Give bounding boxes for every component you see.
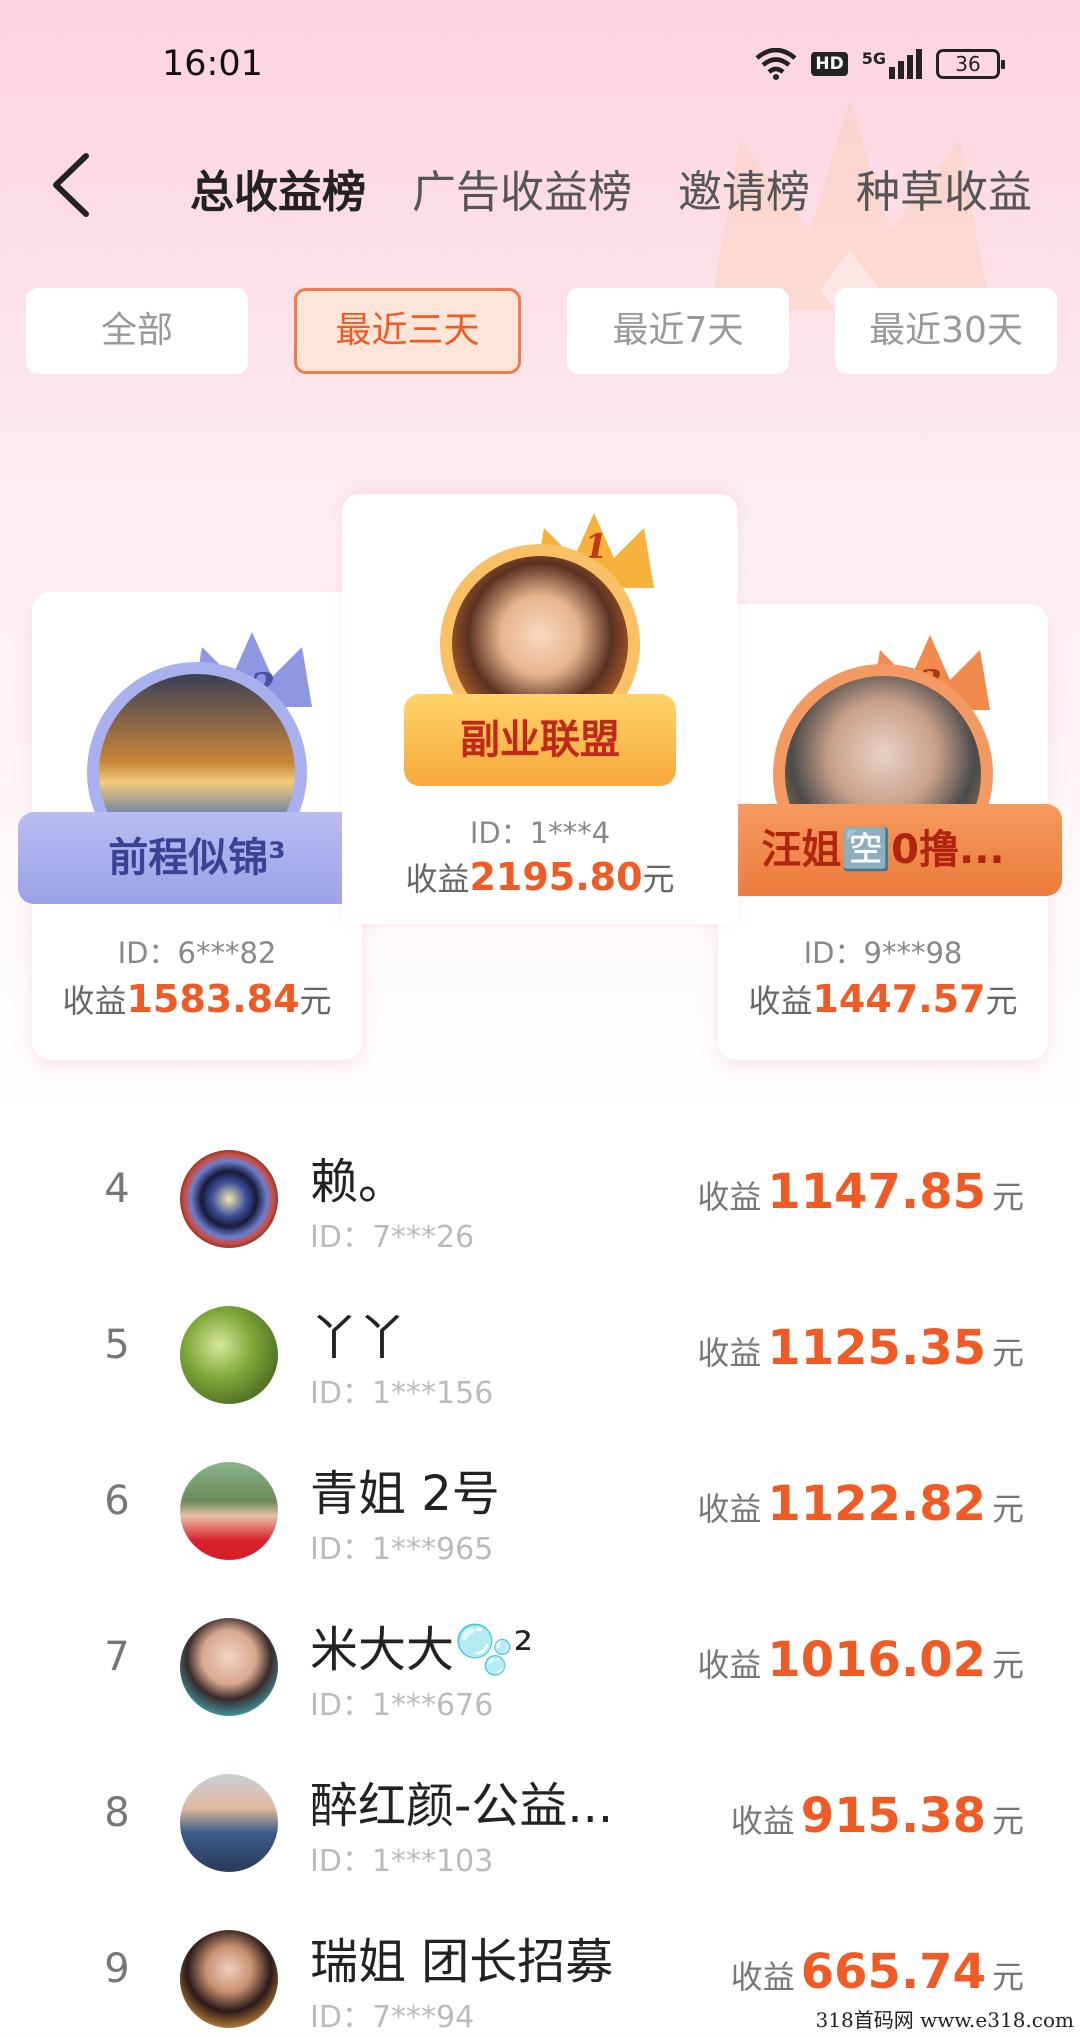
earnings: 收益 665.74 元 [730, 1944, 1024, 2000]
rank-number: 5 [104, 1322, 130, 1368]
status-icons: HD 5G 36 [755, 48, 1005, 80]
user-id: ID：1***156 [310, 1376, 494, 1411]
filter-all[interactable]: 全部 [26, 288, 248, 374]
filter-last-3-days[interactable]: 最近三天 [294, 288, 521, 374]
user-name: 赖。 [310, 1154, 407, 1210]
tab-invite[interactable]: 邀请榜 [678, 156, 810, 220]
user-id: ID：7***26 [310, 1220, 475, 1255]
hd-badge: HD [811, 52, 848, 76]
avatar [180, 1462, 278, 1560]
earnings: 收益 1147.85 元 [697, 1164, 1024, 1220]
earnings: 收益 1125.35 元 [697, 1320, 1024, 1376]
podium-id: ID：9***98 [803, 936, 963, 970]
rank-number: 4 [104, 1166, 130, 1212]
user-name: 瑞姐 团长招募 [310, 1934, 614, 1990]
list-item[interactable]: 4 赖。 ID：7***26 收益 1147.85 元 [0, 1122, 1080, 1278]
filter-last-7-days[interactable]: 最近7天 [567, 288, 789, 374]
podium-name-ribbon: 汪姐🈳0撸... [704, 804, 1062, 896]
avatar [180, 1150, 278, 1248]
list-item[interactable]: 6 青姐 2号 ID：1***965 收益 1122.82 元 [0, 1434, 1080, 1590]
user-id: ID：1***676 [310, 1688, 494, 1723]
podium-name: 副业联盟 [460, 717, 620, 763]
user-id: ID：1***965 [310, 1532, 494, 1567]
user-name: 丫丫 [310, 1310, 407, 1366]
podium-card-first[interactable]: 1 副业联盟 ID：1***4 收益2195.80元 [342, 494, 738, 924]
status-time: 16:01 [162, 44, 263, 84]
user-id: ID：1***103 [310, 1844, 494, 1879]
user-name: 醉红颜-公益... [310, 1778, 614, 1834]
ranking-tabs: 总收益榜 广告收益榜 邀请榜 种草收益 [190, 156, 1050, 236]
tab-total-earnings[interactable]: 总收益榜 [190, 156, 366, 220]
podium-name: 前程似锦³ [108, 835, 286, 881]
filter-last-30-days[interactable]: 最近30天 [835, 288, 1057, 374]
rank-number: 8 [104, 1790, 130, 1836]
earnings: 收益 1122.82 元 [697, 1476, 1024, 1532]
list-item[interactable]: 8 醉红颜-公益... ID：1***103 收益 915.38 元 [0, 1746, 1080, 1902]
tab-seeding-earnings[interactable]: 种草收益 [856, 156, 1032, 220]
battery-indicator: 36 [936, 49, 1005, 79]
user-id: ID：7***94 [310, 2000, 475, 2035]
podium-id: ID：6***82 [117, 936, 277, 970]
back-arrow-icon[interactable] [46, 150, 96, 220]
tab-ad-earnings[interactable]: 广告收益榜 [412, 156, 632, 220]
podium-id: ID：1***4 [469, 816, 611, 850]
earnings: 收益 1016.02 元 [697, 1632, 1024, 1688]
wifi-icon [755, 48, 797, 80]
watermark: 318首码网 www.e318.com [815, 2008, 1074, 2032]
rank-number: 9 [104, 1946, 130, 1992]
signal-icon: 5G [862, 49, 922, 79]
earnings: 收益 915.38 元 [730, 1788, 1024, 1844]
avatar [180, 1618, 278, 1716]
user-name: 青姐 2号 [310, 1466, 500, 1522]
podium-name-ribbon: 副业联盟 [404, 694, 676, 786]
avatar [180, 1774, 278, 1872]
podium-card-second[interactable]: 2 前程似锦³ ID：6***82 收益1583.84元 [18, 592, 376, 1060]
user-name: 米大大🫧² [310, 1622, 534, 1678]
list-item[interactable]: 7 米大大🫧² ID：1***676 收益 1016.02 元 [0, 1590, 1080, 1746]
podium-earnings: 收益2195.80元 [405, 855, 675, 899]
podium-name-ribbon: 前程似锦³ [18, 812, 376, 904]
podium-name: 汪姐🈳0撸... [761, 827, 1005, 873]
avatar [180, 1930, 278, 2028]
podium-earnings: 收益1447.57元 [748, 977, 1018, 1021]
rank-number: 7 [104, 1634, 130, 1680]
avatar [180, 1306, 278, 1404]
rank-number: 6 [104, 1478, 130, 1524]
podium-earnings: 收益1583.84元 [62, 977, 332, 1021]
list-item[interactable]: 5 丫丫 ID：1***156 收益 1125.35 元 [0, 1278, 1080, 1434]
podium-card-third[interactable]: 3 汪姐🈳0撸... ID：9***98 收益1447.57元 [704, 604, 1062, 1060]
